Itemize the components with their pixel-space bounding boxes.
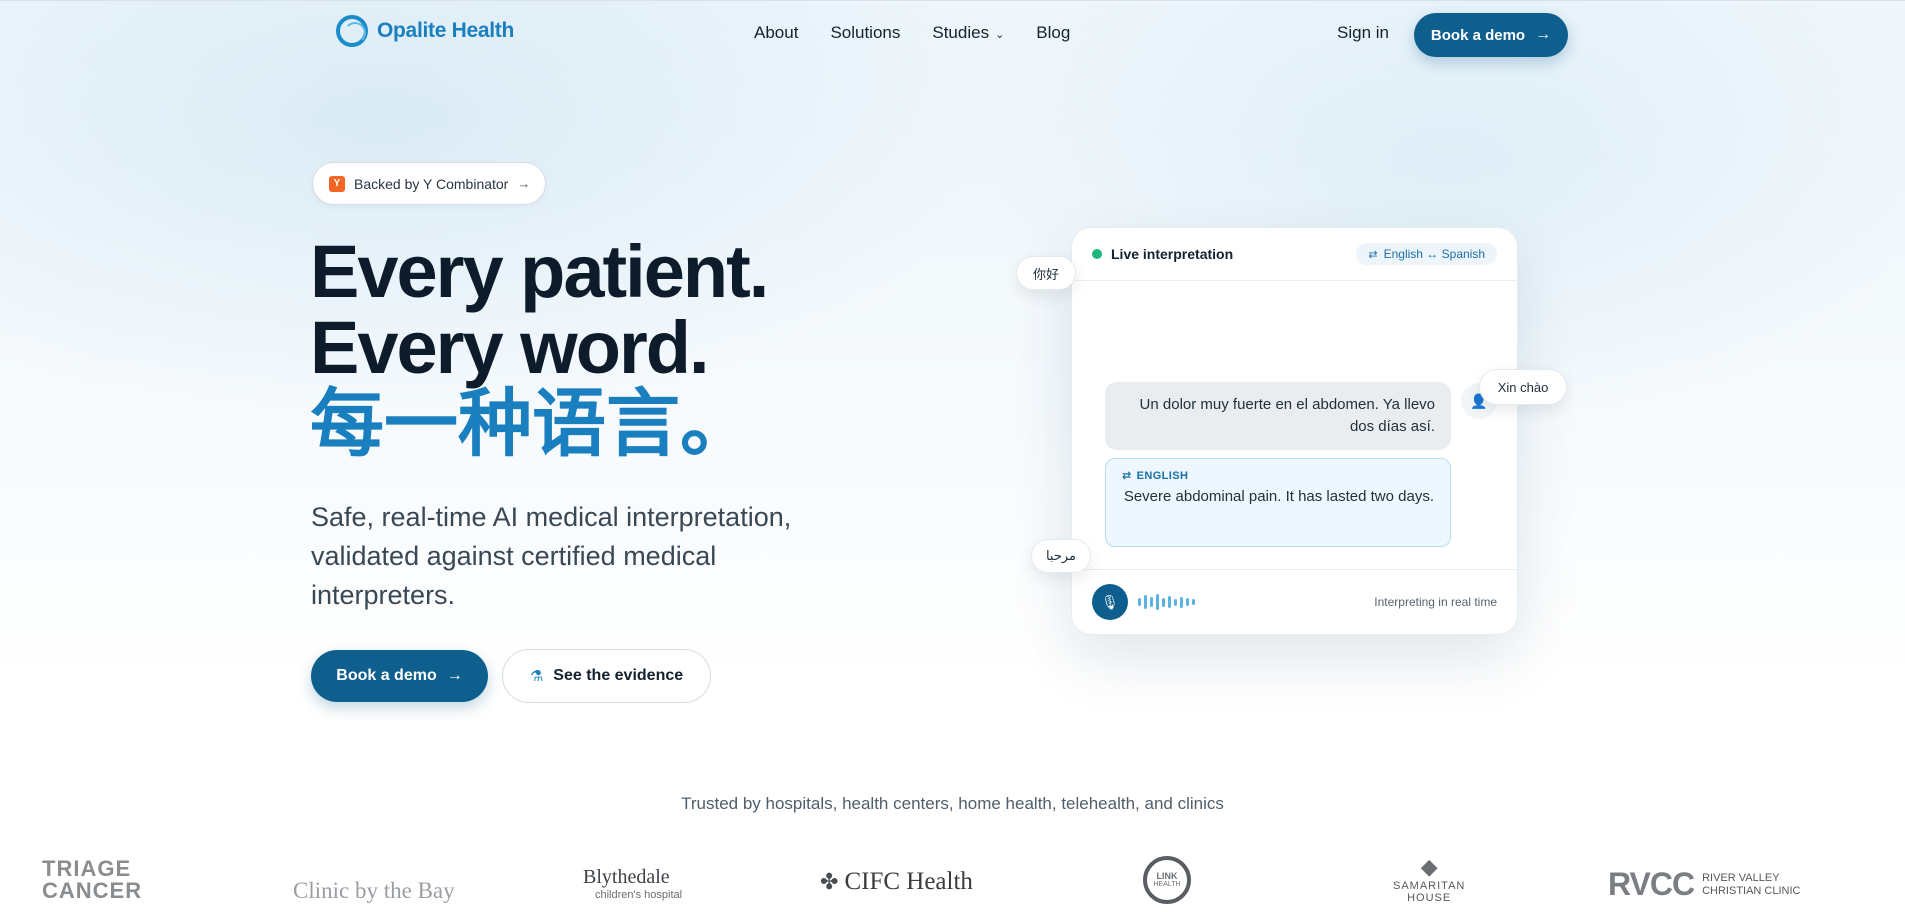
logo-blythedale-tagline: children's hospital (595, 889, 683, 901)
logo-blythedale: Blythedale children's hospital (583, 866, 682, 901)
nav-book-demo-button[interactable]: Book a demo → (1414, 13, 1568, 57)
chevron-down-icon: ⌄ (995, 28, 1005, 41)
logo-rvcc-line-2: CHRISTIAN CLINIC (1702, 884, 1801, 897)
microphone-icon[interactable]: 🎙 (1092, 584, 1128, 620)
english-label-text: ENGLISH (1136, 469, 1189, 482)
nav-link-studies[interactable]: Studies ⌄ (932, 23, 1004, 43)
live-indicator: Live interpretation (1092, 246, 1233, 262)
live-dot-icon (1092, 249, 1102, 259)
brand-name: Opalite Health (377, 19, 514, 42)
nav-link-blog[interactable]: Blog (1036, 23, 1070, 43)
background-glow (0, 0, 1905, 912)
headline-line-3: 每一种语言。 (310, 381, 754, 467)
y-combinator-logo-icon: Y (329, 175, 345, 192)
card-footer: 🎙 Interpreting in real time (1072, 569, 1517, 634)
nav-link-solutions[interactable]: Solutions (830, 23, 900, 43)
nav-book-demo-label: Book a demo (1430, 26, 1526, 44)
logo-cifc-health: ✤ CIFC Health (820, 868, 973, 896)
language-pair-badge: ⇄ English ↔ Spanish (1356, 243, 1497, 265)
logo-cifc-name: CIFC Health (844, 868, 973, 895)
floating-greeting-vietnamese: Xin chào (1479, 369, 1567, 405)
yc-badge-text: Backed by Y Combinator (354, 175, 509, 192)
arrow-right-icon: → (446, 667, 463, 684)
customer-logos: TRIAGE CANCER Clinic by the Bay Blytheda… (0, 848, 1905, 912)
opal-ring-icon (336, 15, 368, 47)
live-label: Live interpretation (1111, 246, 1234, 262)
logo-rvcc: RVCC RIVER VALLEY CHRISTIAN CLINIC (1608, 866, 1801, 903)
logo-rvcc-line-1: RIVER VALLEY (1702, 871, 1780, 884)
see-evidence-label: See the evidence (553, 667, 684, 684)
language-pair-label: English ↔ Spanish (1383, 247, 1485, 261)
hero-headline: Every patient. Every word. 每一种语言。 (310, 230, 769, 467)
logo-link-health-bottom: HEALTH (1153, 881, 1181, 888)
hero-subtitle: Safe, real-time AI medical interpretatio… (311, 502, 792, 610)
headline-line-2: Every word. (310, 306, 710, 389)
logo-clinic-by-the-bay: Clinic by the Bay (293, 878, 455, 903)
audio-waveform (1138, 594, 1195, 610)
see-evidence-button[interactable]: ⚗ See the evidence (502, 649, 711, 703)
interpretation-card: Live interpretation ⇄ English ↔ Spanish … (1071, 227, 1518, 635)
card-header: Live interpretation ⇄ English ↔ Spanish (1072, 228, 1517, 281)
interpreting-status: Interpreting in real time (1374, 595, 1497, 609)
arrow-right-icon: → (517, 176, 531, 191)
english-message: Severe abdominal pain. It has lasted two… (1123, 488, 1434, 505)
logo-rvcc-mark: RVCC (1608, 866, 1695, 902)
brand-logo[interactable]: Opalite Health (336, 15, 514, 47)
english-translation: ⇄ ENGLISH Severe abdominal pain. It has … (1105, 458, 1451, 547)
hero-book-demo-button[interactable]: Book a demo → (311, 650, 488, 702)
translate-icon: ⇄ (1368, 248, 1378, 261)
trusted-caption: Trusted by hospitals, health centers, ho… (681, 794, 1224, 813)
hero-book-demo-label: Book a demo (336, 667, 437, 684)
top-nav: Opalite Health About Solutions Studies ⌄… (0, 0, 1905, 70)
arrow-right-icon: → (1535, 26, 1552, 43)
logo-samaritan-top: SAMARITAN (1393, 880, 1466, 892)
spanish-message: Un dolor muy fuerte en el abdomen. Ya ll… (1105, 382, 1451, 450)
logo-samaritan-house: ◆ SAMARITAN HOUSE (1393, 854, 1465, 904)
logo-triage-cancer: TRIAGE CANCER (42, 856, 143, 903)
logo-samaritan-bottom: HOUSE (1407, 892, 1452, 904)
translate-icon: ⇄ (1122, 470, 1132, 482)
logo-link-health-top: LINK (1156, 871, 1178, 881)
logo-link-health: LINK HEALTH (1143, 856, 1191, 904)
yc-badge[interactable]: Y Backed by Y Combinator → (312, 162, 546, 205)
samaritan-mark-icon: ◆ (1420, 854, 1438, 879)
cifc-mark-icon: ✤ (820, 869, 839, 894)
floating-greeting-chinese: 你好 (1016, 256, 1076, 290)
floating-greeting-arabic: مرحبا (1031, 539, 1091, 573)
nav-link-studies-label: Studies (932, 23, 990, 42)
nav-link-about[interactable]: About (754, 23, 798, 43)
mic-controls: 🎙 (1092, 584, 1195, 620)
english-label: ⇄ ENGLISH (1122, 469, 1434, 483)
sign-in-link[interactable]: Sign in (1337, 23, 1389, 43)
logo-rvcc-text: RIVER VALLEY CHRISTIAN CLINIC (1702, 872, 1800, 898)
nav-links: About Solutions Studies ⌄ Blog (754, 23, 1070, 43)
headline-line-1: Every patient. (310, 230, 769, 313)
logo-blythedale-name: Blythedale (583, 866, 670, 888)
flask-icon: ⚗ (529, 668, 544, 685)
